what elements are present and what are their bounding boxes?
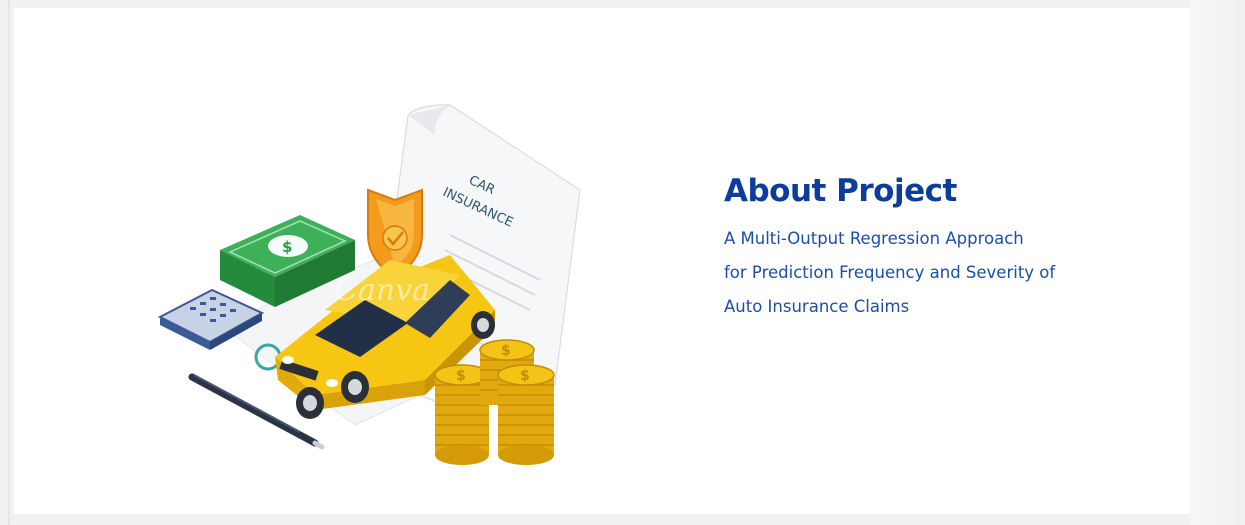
svg-text:$: $ bbox=[501, 343, 511, 359]
about-description: A Multi-Output Regression Approach for P… bbox=[724, 222, 1154, 324]
car-insurance-illustration: CAR INSURANCE $ $ $ $ Canva bbox=[157, 104, 581, 465]
left-divider bbox=[8, 0, 10, 525]
about-content: About Project A Multi-Output Regression … bbox=[724, 170, 1154, 324]
about-description-line: for Prediction Frequency and Severity of bbox=[724, 263, 1056, 282]
page-frame: CAR INSURANCE $ $ $ $ Canva About Projec… bbox=[0, 0, 1245, 525]
about-description-line: A Multi-Output Regression Approach bbox=[724, 229, 1024, 248]
right-gutter bbox=[1190, 0, 1245, 525]
about-description-line: Auto Insurance Claims bbox=[724, 297, 910, 316]
canva-watermark: Canva bbox=[335, 273, 430, 308]
svg-text:$: $ bbox=[520, 368, 530, 384]
svg-text:$: $ bbox=[282, 238, 292, 256]
about-title: About Project bbox=[724, 173, 957, 209]
svg-text:$: $ bbox=[456, 368, 466, 384]
